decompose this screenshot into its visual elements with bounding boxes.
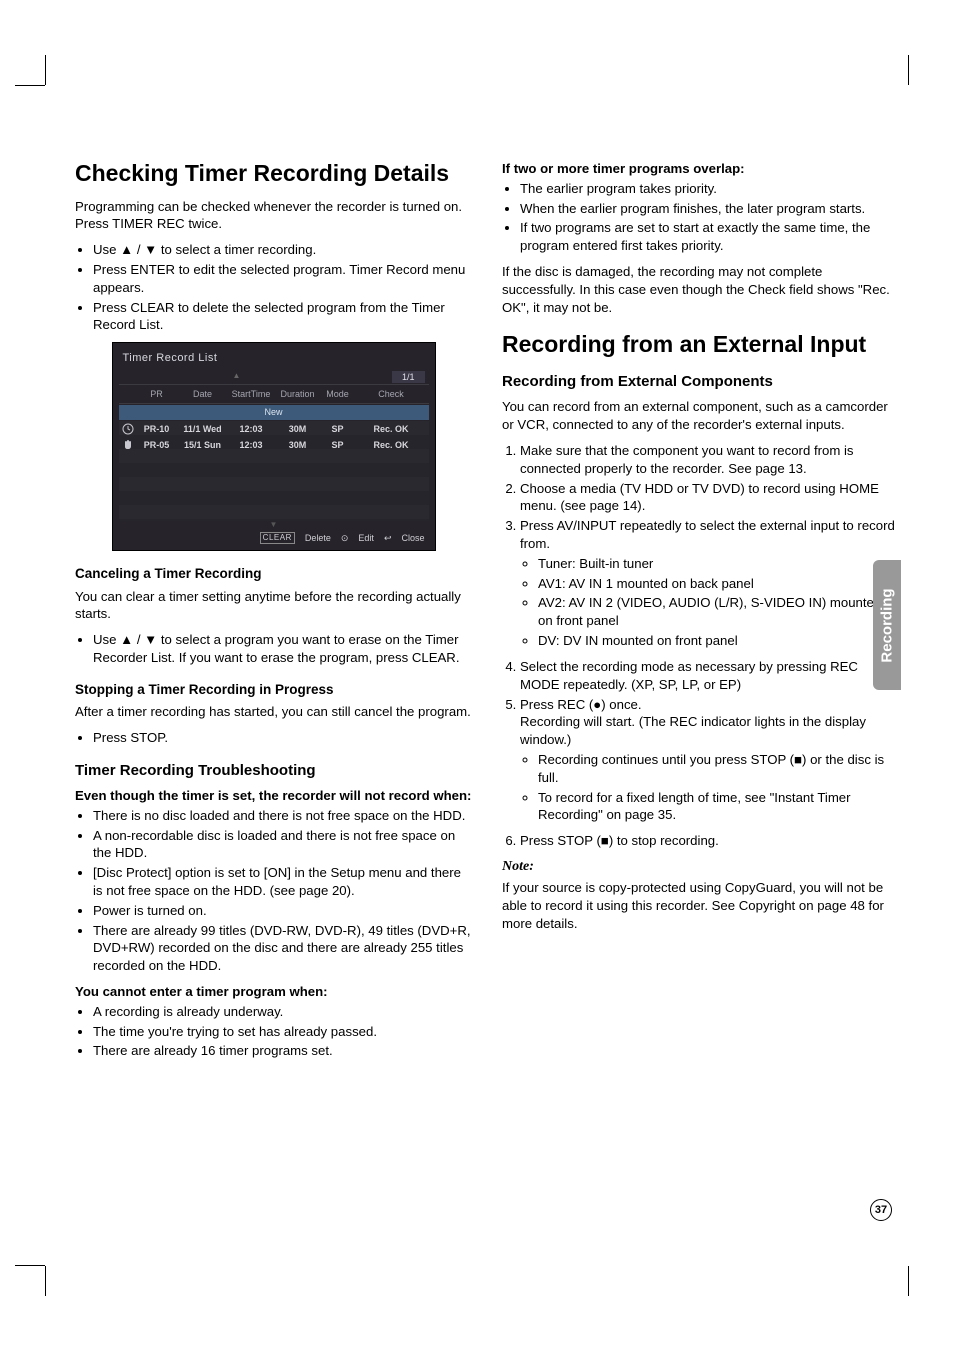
heading-ext-components: Recording from External Components [502, 372, 899, 392]
step-5: Press REC (●) once. Recording will start… [520, 696, 899, 825]
col-mode: Mode [322, 388, 354, 400]
list-item: The earlier program takes priority. [520, 180, 899, 198]
section-tab: Recording [873, 560, 901, 690]
cancel-text: You can clear a timer setting anytime be… [75, 588, 472, 624]
col-start: StartTime [229, 388, 274, 400]
hand-icon [119, 439, 137, 451]
tt-list2: A recording is already underway. The tim… [75, 1003, 472, 1060]
scroll-up-icon: ▲ [233, 371, 241, 383]
enter-icon: ⊙ [341, 532, 349, 544]
list-item: There are already 16 timer programs set. [93, 1042, 472, 1060]
close-label: Close [401, 532, 424, 544]
list-item: Press ENTER to edit the selected program… [93, 261, 472, 297]
trl-header-row: PR Date StartTime Duration Mode Check [119, 385, 429, 404]
list-item: Tuner: Built-in tuner [538, 555, 899, 573]
scroll-down-icon: ▼ [119, 521, 429, 529]
stop-list: Press STOP. [75, 729, 472, 747]
tt-cond2: You cannot enter a timer program when: [75, 983, 472, 1001]
list-item: Use ▲ / ▼ to select a program you want t… [93, 631, 472, 667]
trl-body: PR-10 11/1 Wed 12:03 30M SP Rec. OK PR-0… [119, 421, 429, 521]
tt-list1: There is no disc loaded and there is not… [75, 807, 472, 975]
step-6: Press STOP (■) to stop recording. [520, 832, 899, 850]
note-label: Note: [502, 858, 899, 877]
heading-cancel: Canceling a Timer Recording [75, 565, 472, 583]
list-item: There is no disc loaded and there is not… [93, 807, 472, 825]
cancel-list: Use ▲ / ▼ to select a program you want t… [75, 631, 472, 667]
step-4: Select the recording mode as necessary b… [520, 658, 899, 694]
heading-external: Recording from an External Input [502, 331, 899, 359]
list-item: A recording is already underway. [93, 1003, 472, 1021]
heading-troubleshooting: Timer Recording Troubleshooting [75, 761, 472, 781]
trl-topbar: ▲ 1/1 [119, 370, 429, 385]
list-item: DV: DV IN mounted on front panel [538, 632, 899, 650]
manual-page: Checking Timer Recording Details Program… [0, 0, 954, 1351]
list-item: If two programs are set to start at exac… [520, 219, 899, 255]
list-item: Power is turned on. [93, 902, 472, 920]
list-item: AV1: AV IN 1 mounted on back panel [538, 575, 899, 593]
edit-label: Edit [358, 532, 374, 544]
list-item: The time you're trying to set has alread… [93, 1023, 472, 1041]
trl-page-indicator: 1/1 [392, 371, 425, 383]
step-5-list: Recording continues until you press STOP… [520, 751, 899, 824]
step-2: Choose a media (TV HDD or TV DVD) to rec… [520, 480, 899, 516]
delete-label: Delete [305, 532, 331, 544]
crop-mark [908, 1266, 909, 1296]
crop-mark [908, 55, 909, 85]
col-pr: PR [137, 388, 177, 400]
list-item: A non-recordable disc is loaded and ther… [93, 827, 472, 863]
overlap-note: If the disc is damaged, the recording ma… [502, 263, 899, 316]
trl-new-row: New [119, 405, 429, 419]
list-item: Recording continues until you press STOP… [538, 751, 899, 787]
list-item: Use ▲ / ▼ to select a timer recording. [93, 241, 472, 259]
note-text: If your source is copy-protected using C… [502, 879, 899, 932]
list-item: [Disc Protect] option is set to [ON] in … [93, 864, 472, 900]
clock-icon [119, 423, 137, 435]
page-number: 37 [870, 1199, 892, 1221]
trl-footer: CLEAR Delete ⊙ Edit ↩ Close [119, 529, 429, 545]
section-tab-label: Recording [879, 588, 896, 662]
table-row: PR-10 11/1 Wed 12:03 30M SP Rec. OK [119, 421, 429, 437]
trl-title: Timer Record List [123, 351, 425, 366]
left-column: Checking Timer Recording Details Program… [75, 160, 472, 1068]
right-column: If two or more timer programs overlap: T… [502, 160, 899, 1068]
intro-text: Programming can be checked whenever the … [75, 198, 472, 234]
clear-tag: CLEAR [260, 532, 295, 545]
col-date: Date [177, 388, 229, 400]
crop-mark [45, 1266, 46, 1296]
list-item: Press STOP. [93, 729, 472, 747]
list-item: When the earlier program finishes, the l… [520, 200, 899, 218]
col-duration: Duration [274, 388, 322, 400]
timer-record-list-screenshot: Timer Record List ▲ 1/1 PR Date StartTim… [112, 342, 436, 551]
step-3: Press AV/INPUT repeatedly to select the … [520, 517, 899, 650]
intro-list: Use ▲ / ▼ to select a timer recording. P… [75, 241, 472, 334]
col-check: Check [354, 388, 429, 400]
step-1: Make sure that the component you want to… [520, 442, 899, 478]
overlap-list: The earlier program takes priority. When… [502, 180, 899, 255]
return-icon: ↩ [384, 532, 392, 544]
table-row: PR-05 15/1 Sun 12:03 30M SP Rec. OK [119, 437, 429, 453]
step-3-list: Tuner: Built-in tuner AV1: AV IN 1 mount… [520, 555, 899, 650]
list-item: To record for a fixed length of time, se… [538, 789, 899, 825]
crop-mark [15, 85, 45, 86]
list-item: There are already 99 titles (DVD-RW, DVD… [93, 922, 472, 975]
tt-cond1: Even though the timer is set, the record… [75, 787, 472, 805]
list-item: AV2: AV IN 2 (VIDEO, AUDIO (L/R), S-VIDE… [538, 594, 899, 630]
stop-text: After a timer recording has started, you… [75, 703, 472, 721]
heading-stop: Stopping a Timer Recording in Progress [75, 681, 472, 699]
list-item: Press CLEAR to delete the selected progr… [93, 299, 472, 335]
overlap-heading: If two or more timer programs overlap: [502, 160, 899, 178]
crop-mark [15, 1265, 45, 1266]
heading-check-timer: Checking Timer Recording Details [75, 160, 472, 188]
ext-intro: You can record from an external componen… [502, 398, 899, 434]
crop-mark [45, 55, 46, 85]
ext-steps: Make sure that the component you want to… [502, 442, 899, 850]
